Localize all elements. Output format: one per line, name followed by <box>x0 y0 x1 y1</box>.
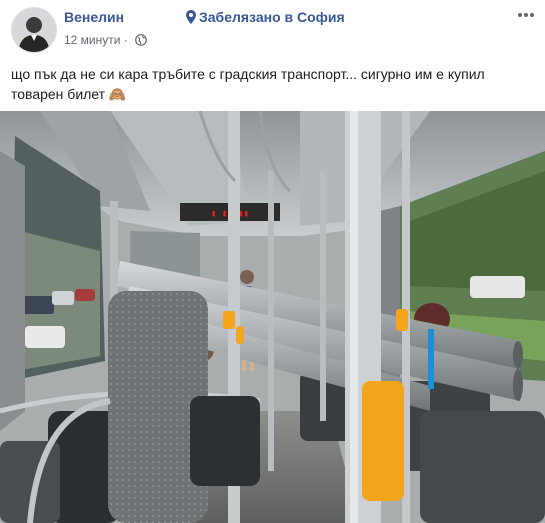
more-horizontal-icon[interactable] <box>515 5 537 25</box>
post-header: Венелин Забелязано в София 12 минути · <box>0 0 545 62</box>
checkin-location[interactable]: Забелязано в София <box>186 9 345 25</box>
post-photo[interactable]: ▮ ▮▮ ▮▮ <box>0 111 545 523</box>
dot-separator: · <box>123 33 132 47</box>
post-time[interactable]: 12 минути <box>64 33 120 47</box>
bus-interior-photo: ▮ ▮▮ ▮▮ <box>0 111 545 523</box>
author-name[interactable]: Венелин <box>64 9 124 25</box>
avatar[interactable] <box>11 7 57 53</box>
post-text: що пък да не си кара тръбите с градския … <box>11 66 485 102</box>
post-meta: 12 минути · <box>64 33 148 47</box>
location-label: Забелязано в София <box>199 9 345 25</box>
pin-icon <box>186 10 196 24</box>
avatar-image <box>12 8 56 52</box>
globe-icon[interactable] <box>135 34 148 46</box>
